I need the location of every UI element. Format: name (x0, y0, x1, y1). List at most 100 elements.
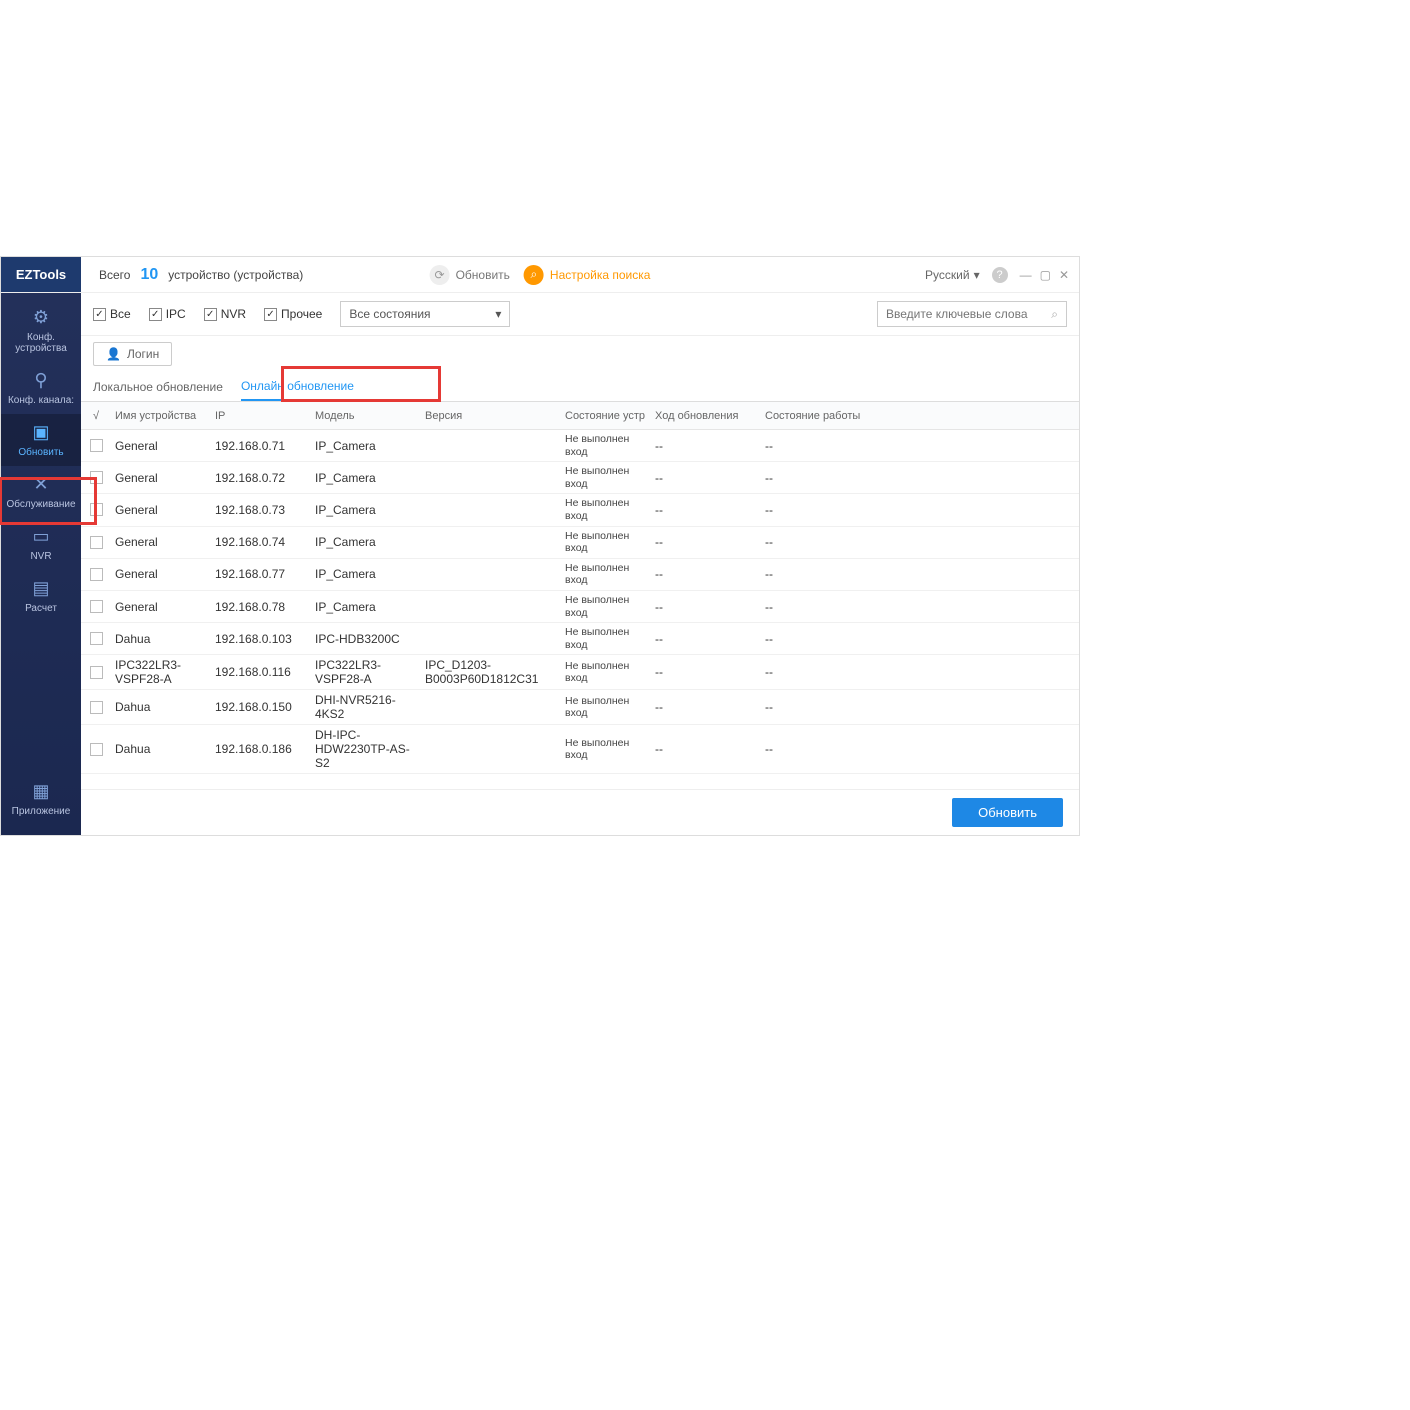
checkbox-icon (90, 536, 103, 549)
maximize-icon[interactable]: ▢ (1040, 268, 1051, 282)
cell-dev-status: Не выполнен вход (561, 626, 651, 651)
cell-work: -- (761, 503, 881, 517)
sidebar-item-update[interactable]: ▣ Обновить (1, 414, 81, 466)
device-table: √ Имя устройства IP Модель Версия Состоя… (81, 402, 1079, 789)
table-row[interactable]: General 192.168.0.74 IP_Camera Не выполн… (81, 527, 1079, 559)
cell-model: IP_Camera (311, 600, 421, 614)
col-version[interactable]: Версия (421, 410, 561, 422)
cell-dev-status: Не выполнен вход (561, 660, 651, 685)
cell-model: IPC322LR3-VSPF28-A (311, 658, 421, 686)
cell-update: -- (651, 471, 761, 485)
col-model[interactable]: Модель (311, 410, 421, 422)
devices-label: устройство (устройства) (168, 268, 303, 282)
status-select-value: Все состояния (349, 307, 430, 321)
filter-row: ✓Все ✓IPC ✓NVR ✓Прочее Все состояния ▾ ⌕ (81, 293, 1079, 336)
row-checkbox[interactable] (81, 439, 111, 452)
cell-work: -- (761, 471, 881, 485)
chk-all[interactable]: ✓Все (93, 307, 131, 321)
cell-ip: 192.168.0.74 (211, 535, 311, 549)
sidebar-item-conf-device[interactable]: ⚙ Конф. устройства (1, 299, 81, 362)
search-box[interactable]: ⌕ (877, 301, 1067, 327)
cell-work: -- (761, 742, 881, 756)
chk-other[interactable]: ✓Прочее (264, 307, 322, 321)
cell-name: General (111, 439, 211, 453)
login-button[interactable]: 👤 Логин (93, 342, 172, 366)
total-count: 10 (140, 266, 158, 284)
cell-update: -- (651, 503, 761, 517)
refresh-button[interactable]: ⟳ Обновить (430, 265, 510, 285)
app-title: EZTools (1, 257, 81, 292)
cell-ip: 192.168.0.150 (211, 700, 311, 714)
cell-name: IPC322LR3-VSPF28-A (111, 658, 211, 686)
col-dev-status[interactable]: Состояние устр (561, 410, 651, 422)
refresh-icon: ⟳ (430, 265, 450, 285)
search-icon: ⌕ (1051, 307, 1058, 322)
status-select[interactable]: Все состояния ▾ (340, 301, 510, 327)
checkbox-icon: ✓ (149, 308, 162, 321)
close-icon[interactable]: ✕ (1059, 268, 1069, 282)
language-select[interactable]: Русский ▾ (925, 268, 980, 282)
chk-nvr[interactable]: ✓NVR (204, 307, 246, 321)
col-update[interactable]: Ход обновления (651, 410, 761, 422)
col-work[interactable]: Состояние работы (761, 410, 881, 422)
row-checkbox[interactable] (81, 568, 111, 581)
sidebar-item-maintenance[interactable]: ✕ Обслуживание (1, 466, 81, 518)
cell-work: -- (761, 632, 881, 646)
table-row[interactable]: Dahua 192.168.0.150 DHI-NVR5216-4KS2 Не … (81, 690, 1079, 725)
table-row[interactable]: General 192.168.0.72 IP_Camera Не выполн… (81, 462, 1079, 494)
checkbox-icon: ✓ (264, 308, 277, 321)
cell-dev-status: Не выполнен вход (561, 594, 651, 619)
tab-local-update[interactable]: Локальное обновление (93, 374, 223, 400)
cell-work: -- (761, 567, 881, 581)
table-row[interactable]: General 192.168.0.78 IP_Camera Не выполн… (81, 591, 1079, 623)
col-ip[interactable]: IP (211, 410, 311, 422)
cell-model: IP_Camera (311, 471, 421, 485)
search-settings-button[interactable]: ⌕ Настройка поиска (524, 265, 650, 285)
table-row[interactable]: IPC322LR3-VSPF28-A 192.168.0.116 IPC322L… (81, 655, 1079, 690)
cell-work: -- (761, 665, 881, 679)
table-header: √ Имя устройства IP Модель Версия Состоя… (81, 402, 1079, 430)
main-panel: ✓Все ✓IPC ✓NVR ✓Прочее Все состояния ▾ ⌕… (81, 293, 1079, 835)
row-checkbox[interactable] (81, 600, 111, 613)
cell-dev-status: Не выполнен вход (561, 562, 651, 587)
cell-name: General (111, 535, 211, 549)
row-checkbox[interactable] (81, 471, 111, 484)
topbar: EZTools Всего 10 устройство (устройства)… (1, 257, 1079, 293)
checkbox-icon (90, 503, 103, 516)
cell-work: -- (761, 600, 881, 614)
checkbox-icon (90, 666, 103, 679)
cell-dev-status: Не выполнен вход (561, 433, 651, 458)
row-checkbox[interactable] (81, 666, 111, 679)
table-row[interactable]: General 192.168.0.77 IP_Camera Не выполн… (81, 559, 1079, 591)
col-check[interactable]: √ (81, 410, 111, 422)
table-row[interactable]: General 192.168.0.73 IP_Camera Не выполн… (81, 494, 1079, 526)
table-row[interactable]: Dahua 192.168.0.103 IPC-HDB3200C Не выпо… (81, 623, 1079, 655)
cell-model: IP_Camera (311, 439, 421, 453)
sidebar-item-calc[interactable]: ▤ Расчет (1, 570, 81, 622)
row-checkbox[interactable] (81, 743, 111, 756)
row-checkbox[interactable] (81, 701, 111, 714)
sidebar-label: Обновить (18, 447, 63, 458)
tab-online-update[interactable]: Онлайн обновление (241, 373, 354, 401)
update-button[interactable]: Обновить (952, 798, 1063, 827)
cell-update: -- (651, 665, 761, 679)
row-checkbox[interactable] (81, 536, 111, 549)
row-checkbox[interactable] (81, 503, 111, 516)
row-checkbox[interactable] (81, 632, 111, 645)
sidebar-item-nvr[interactable]: ▭ NVR (1, 518, 81, 570)
table-row[interactable]: Dahua 192.168.0.186 DH-IPC-HDW2230TP-AS-… (81, 725, 1079, 774)
sidebar-item-application[interactable]: ▦ Приложение (1, 773, 81, 825)
checkbox-icon (90, 439, 103, 452)
sidebar-item-conf-channel[interactable]: ⚲ Конф. канала: (1, 362, 81, 414)
chk-ipc[interactable]: ✓IPC (149, 307, 186, 321)
search-input[interactable] (886, 307, 1051, 321)
help-icon[interactable]: ? (992, 267, 1008, 283)
col-name[interactable]: Имя устройства (111, 410, 211, 422)
table-row[interactable]: General 192.168.0.71 IP_Camera Не выполн… (81, 430, 1079, 462)
minimize-icon[interactable]: — (1020, 268, 1032, 282)
cell-work: -- (761, 535, 881, 549)
cell-dev-status: Не выполнен вход (561, 530, 651, 555)
checkbox-icon (90, 471, 103, 484)
cell-update: -- (651, 632, 761, 646)
cell-dev-status: Не выполнен вход (561, 695, 651, 720)
